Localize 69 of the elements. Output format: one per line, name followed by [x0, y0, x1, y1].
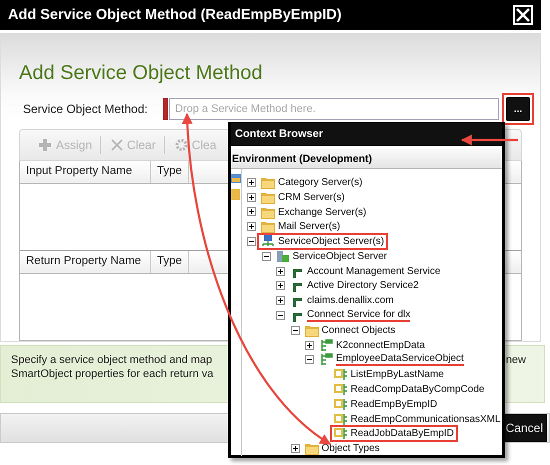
- tree-item[interactable]: Category Server(s): [278, 176, 362, 188]
- browse-button[interactable]: ...: [506, 97, 530, 121]
- expander-icon[interactable]: [276, 311, 285, 320]
- tree-item[interactable]: ReadCompDataByCompCode: [350, 384, 484, 396]
- hierarchy-icon: [319, 353, 333, 366]
- folder-icon: [261, 206, 275, 218]
- tree-item[interactable]: ReadEmpByEmpID: [350, 398, 438, 410]
- expander-icon[interactable]: [262, 252, 270, 261]
- info-text: Specify a service object method and map: [11, 354, 214, 366]
- network-icon: [261, 235, 275, 248]
- tree-item[interactable]: Object Types: [322, 443, 380, 454]
- context-browser-title: Context Browser: [231, 122, 502, 146]
- tree-item[interactable]: Account Management Service: [307, 266, 440, 277]
- folder-icon: [304, 442, 318, 456]
- tree-item[interactable]: Connect Objects: [322, 324, 396, 336]
- folder-icon: [261, 220, 275, 234]
- tree-item[interactable]: Mail Server(s): [278, 221, 340, 232]
- cancel-button[interactable]: Cancel: [502, 414, 547, 442]
- tree-item[interactable]: ServiceObject Server: [292, 250, 387, 262]
- expander-icon[interactable]: [247, 207, 256, 216]
- info-text: SmartObject properties for each return va: [11, 368, 214, 380]
- folder-icon: [261, 176, 275, 189]
- tree-item[interactable]: ReadEmpCommunicationsasXML: [350, 414, 501, 425]
- arrow: [460, 134, 518, 146]
- expander-icon[interactable]: [247, 237, 256, 246]
- tree-item[interactable]: EmployeeDataServiceObject: [336, 353, 464, 366]
- folder-icon: [261, 190, 275, 204]
- expander-icon[interactable]: [305, 340, 314, 350]
- expander-icon[interactable]: [276, 281, 285, 290]
- window-title: Add Service Object Method (ReadEmpByEmpID): [8, 7, 342, 23]
- expander-icon[interactable]: [247, 192, 256, 202]
- folder-icon: [304, 324, 318, 337]
- server-icon: [276, 250, 290, 263]
- required-marker: [163, 98, 168, 120]
- tree-item[interactable]: ListEmpByLastName: [350, 369, 444, 380]
- info-text: new: [506, 354, 526, 368]
- expander-icon[interactable]: [305, 355, 314, 364]
- plus-icon: [38, 138, 52, 152]
- tree-item[interactable]: Exchange Server(s): [278, 206, 366, 218]
- method-icon: [334, 368, 348, 382]
- close-icon: [111, 139, 124, 151]
- tree-item[interactable]: Active Directory Service2: [307, 280, 419, 292]
- method-icon: [334, 427, 348, 440]
- tree-item[interactable]: ServiceObject Server(s): [278, 236, 384, 248]
- tree-item[interactable]: Connect Service for dlx: [307, 309, 410, 322]
- method-icon: [334, 412, 348, 426]
- gear-icon: [174, 138, 188, 152]
- expander-icon[interactable]: [247, 222, 256, 232]
- method-input-field[interactable]: Drop a Service Method here.: [169, 98, 499, 120]
- column-header[interactable]: Return Property Name: [20, 251, 151, 273]
- tree-item[interactable]: K2connectEmpData: [336, 340, 425, 351]
- hierarchy-icon: [319, 338, 333, 352]
- method-icon: [334, 398, 348, 411]
- method-icon: [334, 383, 348, 396]
- close-icon[interactable]: [513, 5, 533, 25]
- column-header[interactable]: Type: [151, 161, 189, 183]
- expander-icon[interactable]: [247, 178, 256, 187]
- field-label: Service Object Method:: [22, 102, 149, 116]
- expander-icon[interactable]: [290, 444, 300, 454]
- tree-item[interactable]: ReadJobDataByEmpID: [350, 428, 454, 440]
- dialog-heading: Add Service Object Method: [19, 62, 264, 85]
- tree-item[interactable]: claims.denallix.com: [307, 295, 394, 306]
- column-header[interactable]: Input Property Name: [20, 161, 151, 183]
- expander-icon[interactable]: [276, 266, 285, 276]
- expander-icon[interactable]: [276, 296, 285, 306]
- expander-icon[interactable]: [290, 326, 300, 335]
- tree-item[interactable]: CRM Server(s): [278, 192, 345, 203]
- column-header[interactable]: Type: [151, 251, 189, 273]
- environment-header: Environment (Development): [231, 149, 502, 169]
